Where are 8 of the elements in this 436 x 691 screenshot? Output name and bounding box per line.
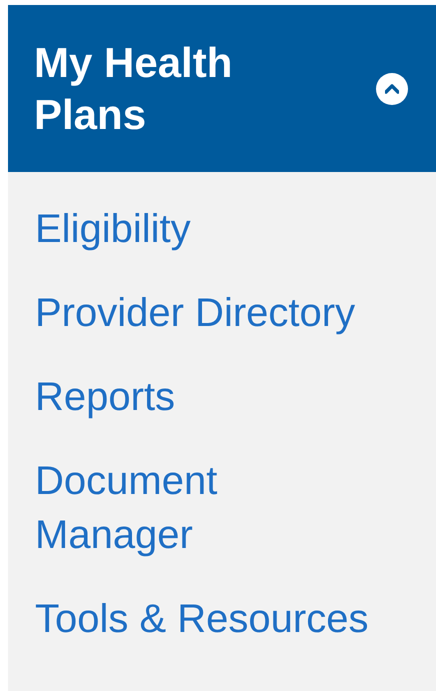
menu-link[interactable]: Eligibility — [35, 202, 380, 256]
menu-link[interactable]: Tools & Resources — [35, 592, 380, 646]
collapse-button[interactable] — [376, 72, 408, 104]
menu-link[interactable]: Reports — [35, 370, 380, 424]
menu-link[interactable]: Provider Directory — [35, 286, 380, 340]
panel-title: My Health Plans — [34, 38, 234, 140]
menu-link[interactable]: Document Manager — [35, 454, 380, 562]
chevron-up-icon — [385, 84, 399, 94]
